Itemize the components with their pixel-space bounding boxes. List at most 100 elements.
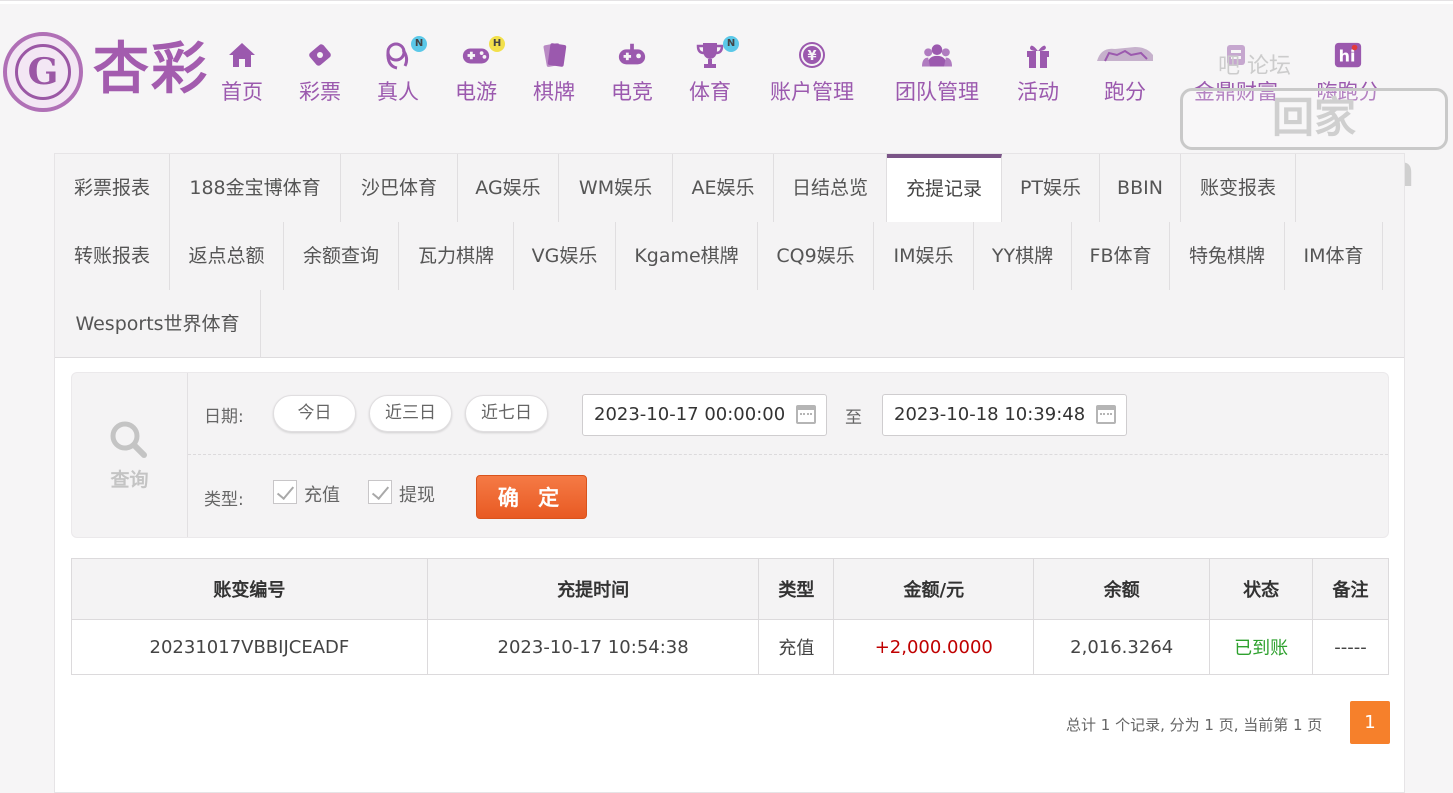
tab-rebate-total[interactable]: 返点总额 <box>170 222 284 290</box>
time-cell: 2023-10-17 10:54:38 <box>426 619 760 675</box>
tab-transfer-report[interactable]: 转账报表 <box>55 222 170 290</box>
lottery-ticket-icon <box>305 40 335 70</box>
nav-item-esports[interactable]: 电竞 <box>606 40 658 106</box>
tab-account-change[interactable]: 账变报表 <box>1181 154 1296 222</box>
nav-item-running[interactable]: 跑分 <box>1094 40 1156 106</box>
trophy-icon: N <box>695 36 739 70</box>
withdraw-checkbox[interactable]: 提现 <box>368 480 448 508</box>
search-area: 查询 <box>72 373 188 537</box>
checkbox-checked-icon <box>368 480 392 504</box>
nav-label: 活动 <box>1017 80 1059 104</box>
tab-wali-chess[interactable]: 瓦力棋牌 <box>399 222 514 290</box>
transaction-id-cell: 20231017VBBIJCEADF <box>71 619 428 675</box>
coin-icon: ¥ <box>797 40 827 70</box>
svg-text:¥: ¥ <box>807 49 816 64</box>
nav-item-lottery[interactable]: 彩票 <box>294 40 346 106</box>
nav-label: 棋牌 <box>533 80 575 104</box>
nav-item-slots[interactable]: H 电游 <box>450 36 505 106</box>
header: G 杏彩 首页 彩票 N 真人 H 电游 棋牌 电竞 N 体育 ¥ 账户管理 团… <box>0 4 1453 196</box>
tab-wm[interactable]: WM娱乐 <box>559 154 673 222</box>
new-badge: N <box>723 36 739 52</box>
calendar-icon[interactable] <box>796 405 816 424</box>
tab-saba-sports[interactable]: 沙巴体育 <box>341 154 458 222</box>
tab-kgame-chess[interactable]: Kgame棋牌 <box>616 222 758 290</box>
date-row: 日期: 今日 近三日 近七日 2023-10-17 00:00:00 至 202… <box>188 373 1388 455</box>
watermark-top-text: 吧 论坛 <box>1218 54 1291 79</box>
tab-ag[interactable]: AG娱乐 <box>458 154 559 222</box>
pagination-info: 总计 1 个记录, 分为 1 页, 当前第 1 页 <box>1066 716 1323 734</box>
tab-pt[interactable]: PT娱乐 <box>1002 154 1100 222</box>
tab-deposit-withdraw[interactable]: 充提记录 <box>887 154 1002 222</box>
search-icon <box>108 419 148 459</box>
hi-icon: hi <box>1333 40 1363 70</box>
tab-ae[interactable]: AE娱乐 <box>673 154 774 222</box>
nav-item-chess[interactable]: 棋牌 <box>528 40 580 106</box>
logo-emblem: G <box>3 32 83 112</box>
nav-label: 团队管理 <box>895 80 979 104</box>
col-time: 充提时间 <box>426 558 760 620</box>
start-date-value: 2023-10-17 00:00:00 <box>594 404 786 425</box>
nav-item-team[interactable]: 团队管理 <box>890 40 984 106</box>
last-3-days-button[interactable]: 近三日 <box>369 395 452 432</box>
new-badge: N <box>411 36 427 52</box>
table-row: 20231017VBBIJCEADF 2023-10-17 10:54:38 充… <box>71 619 1389 675</box>
search-label: 查询 <box>110 469 149 491</box>
type-label: 类型: <box>204 490 244 510</box>
table-header-row: 账变编号 充提时间 类型 金额/元 余额 状态 备注 <box>71 558 1389 620</box>
end-date-input[interactable]: 2023-10-18 10:39:48 <box>882 394 1127 436</box>
nav-label: 体育 <box>689 80 731 104</box>
tab-188-sports[interactable]: 188金宝博体育 <box>170 154 341 222</box>
logo[interactable]: G 杏彩 <box>3 32 213 116</box>
tab-daily-summary[interactable]: 日结总览 <box>774 154 887 222</box>
start-date-input[interactable]: 2023-10-17 00:00:00 <box>582 394 827 436</box>
remark-cell: ----- <box>1312 619 1389 675</box>
today-button[interactable]: 今日 <box>273 395 356 432</box>
tab-balance-query[interactable]: 余额查询 <box>284 222 399 290</box>
gift-icon <box>1023 40 1053 70</box>
home-icon <box>227 40 257 70</box>
tab-im[interactable]: IM娱乐 <box>874 222 974 290</box>
nav-item-account[interactable]: ¥ 账户管理 <box>766 40 858 106</box>
nav-label: 跑分 <box>1104 80 1146 104</box>
page-1-button[interactable]: 1 <box>1350 701 1390 744</box>
running-icon <box>1095 40 1155 70</box>
confirm-button[interactable]: 确 定 <box>476 475 587 519</box>
tab-yy-chess[interactable]: YY棋牌 <box>974 222 1072 290</box>
cards-icon <box>539 40 569 70</box>
col-balance: 余额 <box>1033 558 1211 620</box>
deposit-checkbox-label: 充值 <box>304 485 340 506</box>
tab-lottery-report[interactable]: 彩票报表 <box>55 154 170 222</box>
tab-tetu-chess[interactable]: 特兔棋牌 <box>1170 222 1285 290</box>
col-amount: 金额/元 <box>833 558 1035 620</box>
live-dealer-icon: N <box>383 36 427 70</box>
tab-cq9[interactable]: CQ9娱乐 <box>758 222 874 290</box>
tab-wesports[interactable]: Wesports世界体育 <box>55 290 261 358</box>
nav-label: 账户管理 <box>770 80 854 104</box>
tab-bbin[interactable]: BBIN <box>1100 154 1181 222</box>
last-7-days-button[interactable]: 近七日 <box>465 395 548 432</box>
team-icon <box>922 40 952 70</box>
esports-controller-icon <box>617 40 647 70</box>
nav-label: 彩票 <box>299 80 341 104</box>
col-transaction-id: 账变编号 <box>71 558 428 620</box>
to-label: 至 <box>845 408 862 428</box>
nav-label: 首页 <box>221 80 263 104</box>
logo-text: 杏彩 <box>93 37 209 102</box>
nav-item-live[interactable]: N 真人 <box>372 36 427 106</box>
records-table: 账变编号 充提时间 类型 金额/元 余额 状态 备注 20231017VBBIJ… <box>71 558 1389 675</box>
nav-item-promotions[interactable]: 活动 <box>1012 40 1064 106</box>
tab-fb-sports[interactable]: FB体育 <box>1072 222 1170 290</box>
status-cell: 已到账 <box>1209 619 1314 675</box>
hot-badge: H <box>489 36 505 52</box>
tab-im-sports[interactable]: IM体育 <box>1285 222 1383 290</box>
type-cell: 充值 <box>758 619 835 675</box>
nav-item-sports[interactable]: N 体育 <box>684 36 739 106</box>
calendar-icon[interactable] <box>1096 405 1116 424</box>
watermark: 回家150.com <box>1180 88 1448 196</box>
nav-item-home[interactable]: 首页 <box>216 40 268 106</box>
deposit-checkbox[interactable]: 充值 <box>273 480 353 508</box>
withdraw-checkbox-label: 提现 <box>399 485 435 506</box>
nav-label: 电游 <box>455 80 497 104</box>
report-tabs: 彩票报表 188金宝博体育 沙巴体育 AG娱乐 WM娱乐 AE娱乐 日结总览 充… <box>55 154 1404 358</box>
tab-vg[interactable]: VG娱乐 <box>514 222 616 290</box>
